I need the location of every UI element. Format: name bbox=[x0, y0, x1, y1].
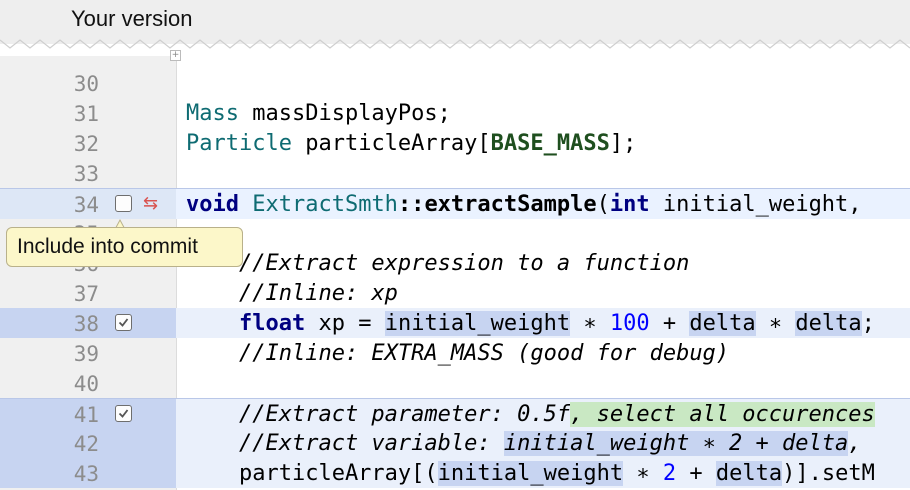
code-line: 40 bbox=[0, 368, 910, 398]
code-line: 32 Particle particleArray[BASE_MASS]; bbox=[0, 128, 910, 158]
include-commit-checkbox[interactable] bbox=[115, 405, 132, 422]
code-line-changed: 43 particleArray[(initial_weight ∗ 2 + d… bbox=[0, 458, 910, 488]
line-number: 30 bbox=[73, 72, 99, 96]
pane-title: Your version bbox=[71, 6, 193, 31]
change-arrows-icon[interactable]: ⇆ bbox=[143, 193, 158, 214]
code-line-changed: 41 //Extract parameter: 0.5f, select all… bbox=[0, 398, 910, 429]
code-line: 30 bbox=[0, 68, 910, 98]
line-number: 33 bbox=[73, 162, 99, 186]
collapsed-region-divider bbox=[0, 39, 910, 49]
line-number: 31 bbox=[73, 102, 99, 126]
line-number: 40 bbox=[73, 372, 99, 396]
checkmark-icon bbox=[118, 318, 129, 327]
code-line: 39 //Inline: EXTRA_MASS (good for debug) bbox=[0, 338, 910, 368]
code-line-changed: 42 //Extract variable: initial_weight ∗ … bbox=[0, 428, 910, 458]
line-number: 43 bbox=[73, 462, 99, 486]
line-number: 38 bbox=[73, 312, 99, 336]
line-number: 41 bbox=[73, 403, 99, 427]
code-comment: //Extract parameter: 0.5f, select all oc… bbox=[186, 402, 875, 427]
code-text: Mass massDisplayPos; bbox=[186, 101, 451, 126]
code-comment: //Inline: EXTRA_MASS (good for debug) bbox=[186, 341, 730, 366]
include-commit-tooltip: Include into commit bbox=[6, 227, 243, 267]
code-line: 37 //Inline: xp bbox=[0, 278, 910, 308]
code-text: float xp = initial_weight ∗ 100 + delta … bbox=[238, 311, 875, 336]
line-number: 34 bbox=[73, 193, 99, 217]
code-line: 33 bbox=[0, 158, 910, 188]
line-number: 42 bbox=[73, 432, 99, 456]
line-number: 39 bbox=[73, 342, 99, 366]
code-comment: //Extract variable: initial_weight ∗ 2 +… bbox=[186, 431, 862, 456]
code-comment: //Extract expression to a function bbox=[186, 251, 690, 276]
code-comment: //Inline: xp bbox=[186, 281, 398, 306]
include-commit-checkbox[interactable] bbox=[115, 314, 132, 331]
code-text: Particle particleArray[BASE_MASS]; bbox=[186, 131, 637, 156]
checkmark-icon bbox=[118, 409, 129, 418]
line-number: 32 bbox=[73, 132, 99, 156]
code-line-changed: 34 ⇆ void ExtractSmth::extractSample(int… bbox=[0, 188, 910, 219]
code-text: particleArray[(initial_weight ∗ 2 + delt… bbox=[186, 461, 875, 486]
include-commit-checkbox[interactable] bbox=[115, 195, 132, 212]
code-line-changed: 38 float xp = initial_weight ∗ 100 + del… bbox=[0, 308, 910, 338]
code-text: void ExtractSmth::extractSample(int init… bbox=[186, 192, 862, 217]
expand-icon[interactable]: + bbox=[170, 50, 181, 61]
code-line: 31 Mass massDisplayPos; bbox=[0, 98, 910, 128]
line-number: 37 bbox=[73, 282, 99, 306]
